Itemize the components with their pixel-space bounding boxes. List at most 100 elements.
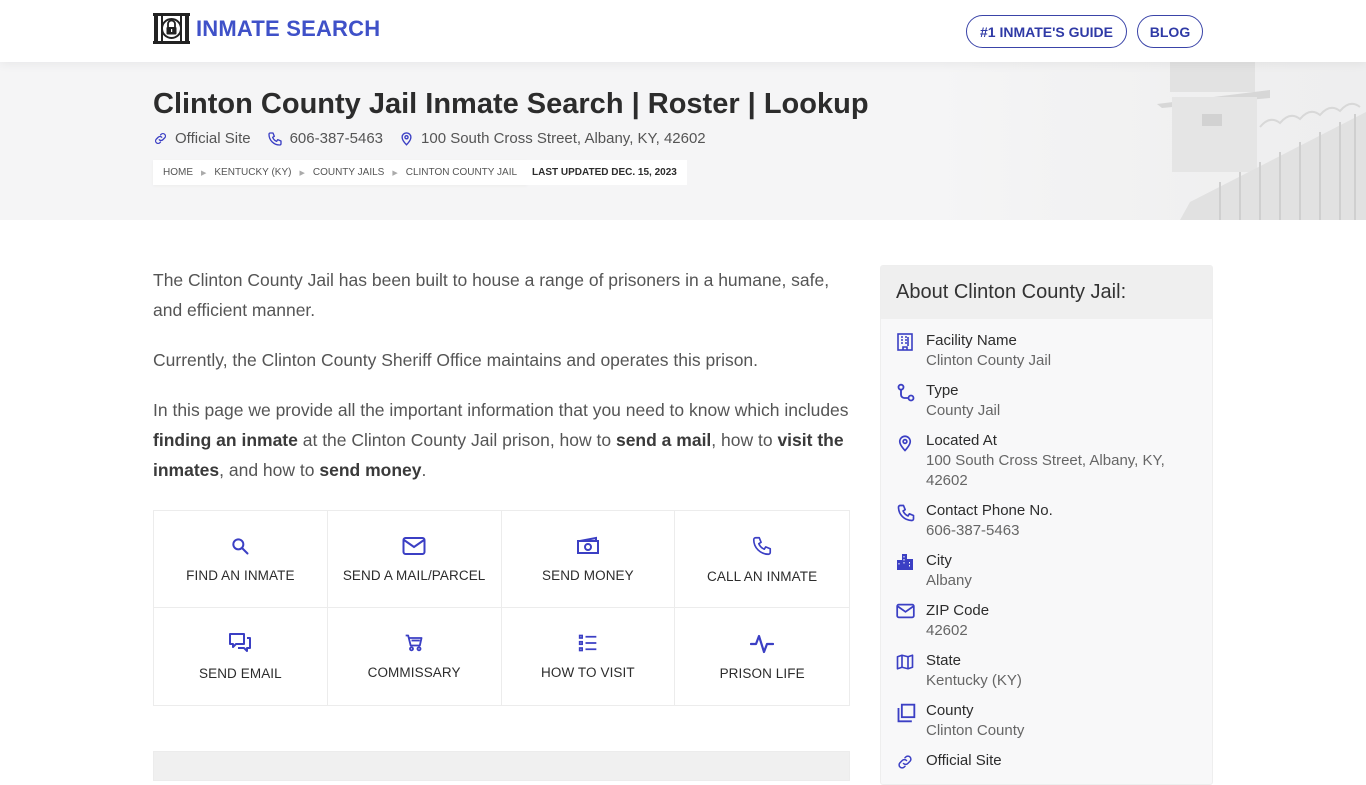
phone-icon <box>897 504 915 522</box>
city-icon <box>897 554 913 570</box>
phone-icon <box>267 131 282 146</box>
chat-icon <box>229 633 252 652</box>
fact-facility-name: Facility Name Clinton County Jail <box>896 331 1197 371</box>
map-pin-icon <box>898 435 912 452</box>
map-icon <box>896 654 914 670</box>
emphasis-finding-inmate: finding an inmate <box>153 430 298 450</box>
link-icon <box>155 133 166 144</box>
tile-label: SEND A MAIL/PARCEL <box>342 567 486 583</box>
nav-inmates-guide-button[interactable]: #1 INMATE'S GUIDE <box>966 15 1127 48</box>
fact-label: Contact Phone No. <box>926 502 1053 519</box>
tile-commissary[interactable]: COMMISSARY <box>328 608 502 705</box>
fact-city: City Albany <box>896 551 1197 591</box>
fact-zip-code: ZIP Code 42602 <box>896 601 1197 641</box>
top-navbar: INMATE SEARCH #1 INMATE'S GUIDE BLOG <box>0 0 1366 62</box>
emphasis-send-mail: send a mail <box>615 430 712 450</box>
breadcrumb-county-jails[interactable]: COUNTY JAILS <box>313 167 385 178</box>
about-sidebar: About Clinton County Jail: Facility Name… <box>880 265 1213 785</box>
text: . <box>421 460 427 480</box>
copy-icon <box>897 703 916 723</box>
fact-value: 42602 <box>926 622 968 639</box>
fact-label: City <box>926 552 952 569</box>
fact-official-site: Official Site <box>896 751 1197 776</box>
emphasis-send-money: send money <box>319 460 422 480</box>
tile-label: PRISON LIFE <box>719 666 805 681</box>
tile-call-inmate[interactable]: CALL AN INMATE <box>675 511 849 608</box>
tile-how-to-visit[interactable]: HOW TO VISIT <box>502 608 676 705</box>
envelope-icon <box>896 603 915 619</box>
last-updated-badge: LAST UPDATED DEC. 15, 2023 <box>522 160 687 185</box>
caret-right-icon: ▶ <box>299 169 305 177</box>
fact-value: Kentucky (KY) <box>926 672 1022 689</box>
fact-value: Clinton County <box>926 722 1025 739</box>
phone-icon <box>753 536 772 555</box>
intro-paragraph-3: In this page we provide all the importan… <box>153 395 850 485</box>
tile-send-email[interactable]: SEND EMAIL <box>154 608 328 705</box>
money-icon <box>576 536 599 554</box>
official-site-sidebar-link[interactable]: Official Site <box>926 751 1002 771</box>
facts-list: Facility Name Clinton County Jail Type Cou… <box>881 319 1212 776</box>
breadcrumb-clinton-county-jail[interactable]: CLINTON COUNTY JAIL <box>406 167 517 178</box>
official-site-label: Official Site <box>175 130 251 147</box>
building-icon <box>897 333 913 351</box>
fact-state: State Kentucky (KY) <box>896 651 1197 691</box>
list-icon <box>578 634 597 652</box>
tile-label: FIND AN INMATE <box>186 567 295 583</box>
breadcrumb-home[interactable]: HOME <box>163 167 193 178</box>
link-icon <box>898 755 912 769</box>
fact-value: 100 South Cross Street, Albany, KY, 4260… <box>926 452 1165 489</box>
tile-label: HOW TO VISIT <box>541 665 635 680</box>
envelope-icon <box>402 536 426 555</box>
tile-label: CALL AN INMATE <box>707 568 818 584</box>
contact-phone-link[interactable]: 606-387-5463 <box>926 521 1053 541</box>
services-grid: FIND AN INMATE SEND A MAIL/PARCEL SEND M… <box>153 510 850 706</box>
breadcrumb: HOME ▶ KENTUCKY (KY) ▶ COUNTY JAILS ▶ CL… <box>153 160 528 185</box>
official-site-link[interactable]: Official Site <box>153 130 251 147</box>
tile-send-money[interactable]: SEND MONEY <box>501 511 676 608</box>
address-text: 100 South Cross Street, Albany, KY, 4260… <box>421 130 706 147</box>
breadcrumb-kentucky[interactable]: KENTUCKY (KY) <box>214 167 291 178</box>
pulse-icon <box>750 634 775 654</box>
fact-value: Clinton County Jail <box>926 352 1052 369</box>
caret-right-icon: ▶ <box>392 169 398 177</box>
tile-send-mail[interactable]: SEND A MAIL/PARCEL <box>327 511 502 608</box>
fact-label: Facility Name <box>926 332 1017 349</box>
intro-text: The Clinton County Jail has been built t… <box>153 265 850 505</box>
text: , how to <box>711 430 778 450</box>
fact-label: ZIP Code <box>926 602 990 619</box>
route-icon <box>897 383 915 402</box>
site-logo[interactable]: INMATE SEARCH <box>153 13 380 44</box>
tile-find-inmate[interactable]: FIND AN INMATE <box>154 511 328 608</box>
fact-label: State <box>926 652 962 669</box>
fact-label: County <box>926 702 974 719</box>
logo-text: INMATE SEARCH <box>196 15 381 41</box>
address: 100 South Cross Street, Albany, KY, 4260… <box>399 130 706 147</box>
tile-label: SEND EMAIL <box>198 666 282 681</box>
tile-label: SEND MONEY <box>541 567 634 583</box>
fact-type: Type County Jail <box>896 381 1197 421</box>
fact-label: Located At <box>926 432 997 449</box>
fact-label: Type <box>926 382 959 399</box>
prison-tower-illustration <box>940 62 1366 220</box>
fact-county: County Clinton County <box>896 701 1197 741</box>
cart-icon <box>405 634 423 652</box>
hero-banner: Clinton County Jail Inmate Search | Rost… <box>0 62 1366 220</box>
phone-number: 606-387-5463 <box>289 130 384 147</box>
tile-prison-life[interactable]: PRISON LIFE <box>675 608 849 705</box>
phone-link[interactable]: 606-387-5463 <box>267 130 383 147</box>
fact-contact-phone: Contact Phone No. 606-387-5463 <box>896 501 1197 541</box>
fact-located-at: Located At 100 South Cross Street, Albany… <box>896 431 1197 491</box>
facility-meta: Official Site 606-387-5463 100 South Cro… <box>153 130 722 147</box>
jail-lock-icon <box>153 13 190 44</box>
sidebar-title: About Clinton County Jail: <box>881 266 1212 319</box>
text: , and how to <box>219 460 320 480</box>
text: In this page we provide all the importan… <box>153 400 849 420</box>
intro-paragraph-2: Currently, the Clinton County Sheriff Of… <box>153 350 759 370</box>
fact-value: Albany <box>926 572 972 589</box>
tile-label: COMMISSARY <box>367 665 461 680</box>
search-icon <box>232 537 249 554</box>
caret-right-icon: ▶ <box>201 169 207 177</box>
fact-value: County Jail <box>926 402 1001 419</box>
intro-paragraph-1: The Clinton County Jail has been built t… <box>153 270 830 320</box>
nav-blog-button[interactable]: BLOG <box>1137 15 1203 48</box>
